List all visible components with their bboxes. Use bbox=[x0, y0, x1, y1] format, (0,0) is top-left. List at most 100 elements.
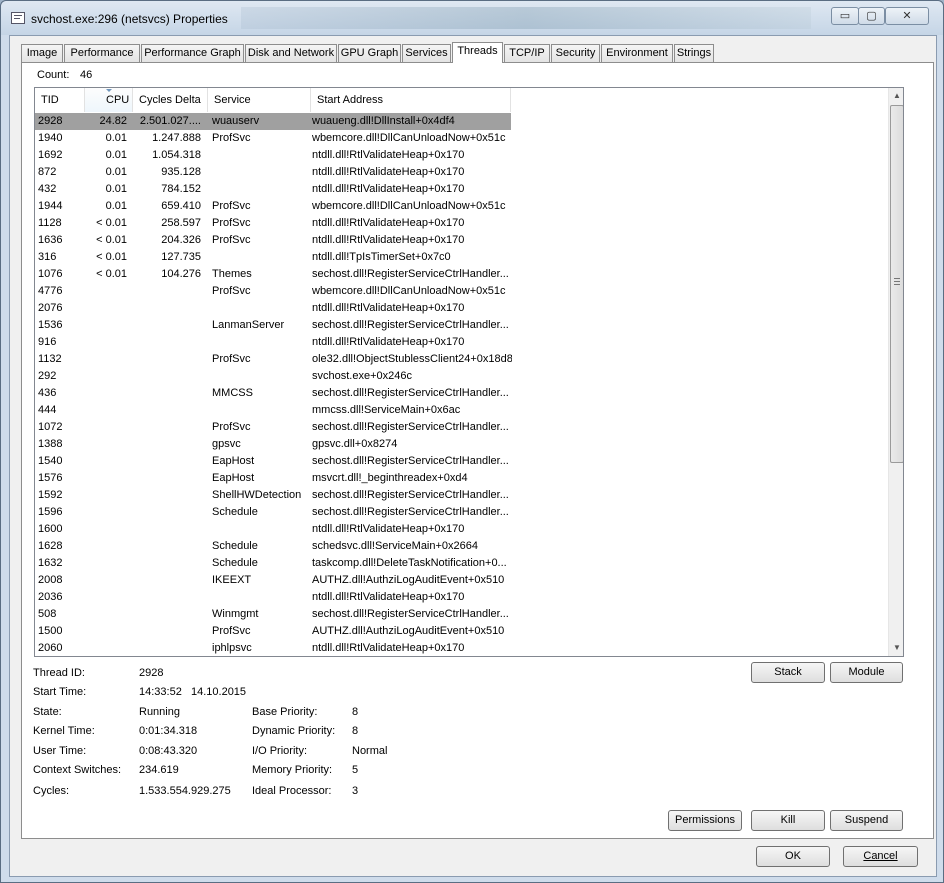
stack-button[interactable]: Stack bbox=[751, 662, 825, 683]
cell-start-address: ntdll.dll!TpIsTimerSet+0x7c0 bbox=[312, 251, 451, 263]
table-row[interactable]: 2076 ntdll.dll!RtlValidateHeap+0x170 bbox=[35, 300, 888, 317]
cell-cycles-delta: 935.128 bbox=[161, 166, 201, 178]
cell-start-address: sechost.dll!RegisterServiceCtrlHandler..… bbox=[312, 608, 509, 620]
cell-cycles-delta bbox=[131, 368, 201, 385]
table-row[interactable]: 1536 LanmanServer sechost.dll!RegisterServ… bbox=[35, 317, 888, 334]
dialog-client-area: Image Performance Performance Graph Disk an… bbox=[9, 35, 937, 877]
cell-cpu bbox=[85, 640, 127, 656]
cell-service: LanmanServer bbox=[212, 319, 285, 331]
scroll-thumb[interactable] bbox=[890, 105, 903, 463]
permissions-button[interactable]: Permissions bbox=[668, 810, 742, 831]
table-row[interactable]: 1632 Schedule taskcomp.dll!DeleteTaskNotif… bbox=[35, 555, 888, 572]
table-row[interactable]: 1636 < 0.01 204.326 ProfSvc ntdll.dll!RtlVal… bbox=[35, 232, 888, 249]
user-time-value: 0:08:43.320 bbox=[139, 745, 198, 757]
thread-id-value: 2928 bbox=[139, 667, 164, 679]
tab-environment[interactable]: Environment bbox=[601, 44, 673, 62]
tab-tcp-ip[interactable]: TCP/IP bbox=[504, 44, 550, 62]
cell-cycles-delta bbox=[131, 487, 201, 504]
scroll-up-arrow-icon[interactable]: ▲ bbox=[889, 88, 903, 104]
threads-list[interactable]: TID CPU Cycles Delta Service Start Addre… bbox=[34, 87, 904, 657]
cell-service bbox=[212, 334, 312, 351]
table-row[interactable]: 2928 24.82 2.501.027.... wuauserv wuaueng.dl… bbox=[35, 113, 888, 130]
column-header-cycles-delta[interactable]: Cycles Delta bbox=[133, 88, 208, 112]
cell-start-address: sechost.dll!RegisterServiceCtrlHandler..… bbox=[312, 319, 509, 331]
module-button[interactable]: Module bbox=[830, 662, 903, 683]
table-row[interactable]: 4776 ProfSvc wbemcore.dll!DllCanUnloadNow+… bbox=[35, 283, 888, 300]
cell-tid: 1628 bbox=[38, 540, 63, 552]
ideal-processor-value: 3 bbox=[352, 785, 359, 797]
table-row[interactable]: 444 mmcss.dll!ServiceMain+0x6ac bbox=[35, 402, 888, 419]
table-row[interactable]: 1576 EapHost msvcrt.dll!_beginthreadex+0xd… bbox=[35, 470, 888, 487]
cell-start-address: ntdll.dll!RtlValidateHeap+0x170 bbox=[312, 642, 465, 654]
cell-start-address: AUTHZ.dll!AuthziLogAuditEvent+0x510 bbox=[312, 625, 505, 637]
cell-start-address: ntdll.dll!RtlValidateHeap+0x170 bbox=[312, 523, 465, 535]
ok-button[interactable]: OK bbox=[756, 846, 830, 867]
tab-performance-graph[interactable]: Performance Graph bbox=[141, 44, 244, 62]
cell-tid: 1636 bbox=[38, 234, 63, 246]
cancel-button[interactable]: Cancel bbox=[843, 846, 918, 867]
cell-cpu: 0.01 bbox=[105, 166, 127, 178]
table-row[interactable]: 436 MMCSS sechost.dll!RegisterServiceCtrlH… bbox=[35, 385, 888, 402]
table-row[interactable]: 2008 IKEEXT AUTHZ.dll!AuthziLogAuditEvent+… bbox=[35, 572, 888, 589]
minimize-button[interactable]: ▭ bbox=[831, 7, 859, 25]
cell-tid: 316 bbox=[38, 251, 57, 263]
title-bar[interactable]: svchost.exe:296 (netsvcs) Properties ▭ ▢… bbox=[1, 1, 943, 35]
tab-image[interactable]: Image bbox=[21, 44, 63, 62]
close-button[interactable]: ✕ bbox=[885, 7, 929, 25]
table-row[interactable]: 2036 ntdll.dll!RtlValidateHeap+0x170 bbox=[35, 589, 888, 606]
table-row[interactable]: 1076 < 0.01 104.276 Themes sechost.dll!Regis… bbox=[35, 266, 888, 283]
table-row[interactable]: 316 < 0.01 127.735 ntdll.dll!TpIsTimerSet+0… bbox=[35, 249, 888, 266]
cell-tid: 2060 bbox=[38, 642, 63, 654]
table-row[interactable]: 1388 gpsvc gpsvc.dll+0x8274 bbox=[35, 436, 888, 453]
cell-cpu bbox=[85, 623, 127, 640]
suspend-button[interactable]: Suspend bbox=[830, 810, 903, 831]
tab-security[interactable]: Security bbox=[551, 44, 600, 62]
table-row[interactable]: 1592 ShellHWDetection sechost.dll!Register… bbox=[35, 487, 888, 504]
tab-performance[interactable]: Performance bbox=[64, 44, 140, 62]
table-row[interactable]: 432 0.01 784.152 ntdll.dll!RtlValidateHeap+… bbox=[35, 181, 888, 198]
column-header-tid[interactable]: TID bbox=[35, 88, 85, 112]
cell-cycles-delta bbox=[131, 453, 201, 470]
tab-strings[interactable]: Strings bbox=[674, 44, 714, 62]
table-row[interactable]: 1628 Schedule schedsvc.dll!ServiceMain+0x2… bbox=[35, 538, 888, 555]
table-row[interactable]: 1128 < 0.01 258.597 ProfSvc ntdll.dll!RtlVal… bbox=[35, 215, 888, 232]
cell-tid: 1072 bbox=[38, 421, 63, 433]
table-row[interactable]: 1692 0.01 1.054.318 ntdll.dll!RtlValidateHe… bbox=[35, 147, 888, 164]
vertical-scrollbar[interactable]: ▲ ▼ bbox=[888, 88, 903, 656]
kernel-time-value: 0:01:34.318 bbox=[139, 725, 198, 737]
table-row[interactable]: 1132 ProfSvc ole32.dll!ObjectStublessClien… bbox=[35, 351, 888, 368]
table-row[interactable]: 1500 ProfSvc AUTHZ.dll!AuthziLogAuditEvent… bbox=[35, 623, 888, 640]
cell-service bbox=[212, 589, 312, 606]
tab-services[interactable]: Services bbox=[402, 44, 451, 62]
kernel-time-label: Kernel Time: bbox=[33, 725, 95, 737]
cell-cycles-delta bbox=[131, 334, 201, 351]
table-row[interactable]: 1596 Schedule sechost.dll!RegisterServiceC… bbox=[35, 504, 888, 521]
table-row[interactable]: 508 Winmgmt sechost.dll!RegisterServiceCtr… bbox=[35, 606, 888, 623]
table-row[interactable]: 1600 ntdll.dll!RtlValidateHeap+0x170 bbox=[35, 521, 888, 538]
cell-tid: 1128 bbox=[38, 217, 62, 229]
cell-service: Schedule bbox=[212, 506, 258, 518]
table-row[interactable]: 1072 ProfSvc sechost.dll!RegisterServiceCt… bbox=[35, 419, 888, 436]
column-header-service[interactable]: Service bbox=[208, 88, 311, 112]
tab-gpu-graph[interactable]: GPU Graph bbox=[338, 44, 401, 62]
cell-service: ProfSvc bbox=[212, 217, 251, 229]
cell-service: ProfSvc bbox=[212, 625, 251, 637]
io-priority-label: I/O Priority: bbox=[252, 745, 308, 757]
table-row[interactable]: 292 svchost.exe+0x246c bbox=[35, 368, 888, 385]
table-row[interactable]: 1944 0.01 659.410 ProfSvc wbemcore.dll!DllCa… bbox=[35, 198, 888, 215]
tab-threads[interactable]: Threads bbox=[452, 42, 503, 63]
column-header-start-address[interactable]: Start Address bbox=[311, 88, 511, 112]
maximize-button[interactable]: ▢ bbox=[858, 7, 885, 25]
cell-cycles-delta bbox=[131, 283, 201, 300]
cell-cycles-delta bbox=[131, 317, 201, 334]
kill-button[interactable]: Kill bbox=[751, 810, 825, 831]
column-header-cpu[interactable]: CPU bbox=[85, 88, 133, 112]
table-row[interactable]: 1540 EapHost sechost.dll!RegisterServiceCt… bbox=[35, 453, 888, 470]
table-row[interactable]: 1940 0.01 1.247.888 ProfSvc wbemcore.dll!Dll… bbox=[35, 130, 888, 147]
cell-cycles-delta bbox=[131, 436, 201, 453]
scroll-down-arrow-icon[interactable]: ▼ bbox=[889, 640, 903, 656]
tab-disk-and-network[interactable]: Disk and Network bbox=[245, 44, 337, 62]
table-row[interactable]: 916 ntdll.dll!RtlValidateHeap+0x170 bbox=[35, 334, 888, 351]
table-row[interactable]: 872 0.01 935.128 ntdll.dll!RtlValidateHeap+… bbox=[35, 164, 888, 181]
table-row[interactable]: 2060 iphlpsvc ntdll.dll!RtlValidateHeap+0x… bbox=[35, 640, 888, 656]
